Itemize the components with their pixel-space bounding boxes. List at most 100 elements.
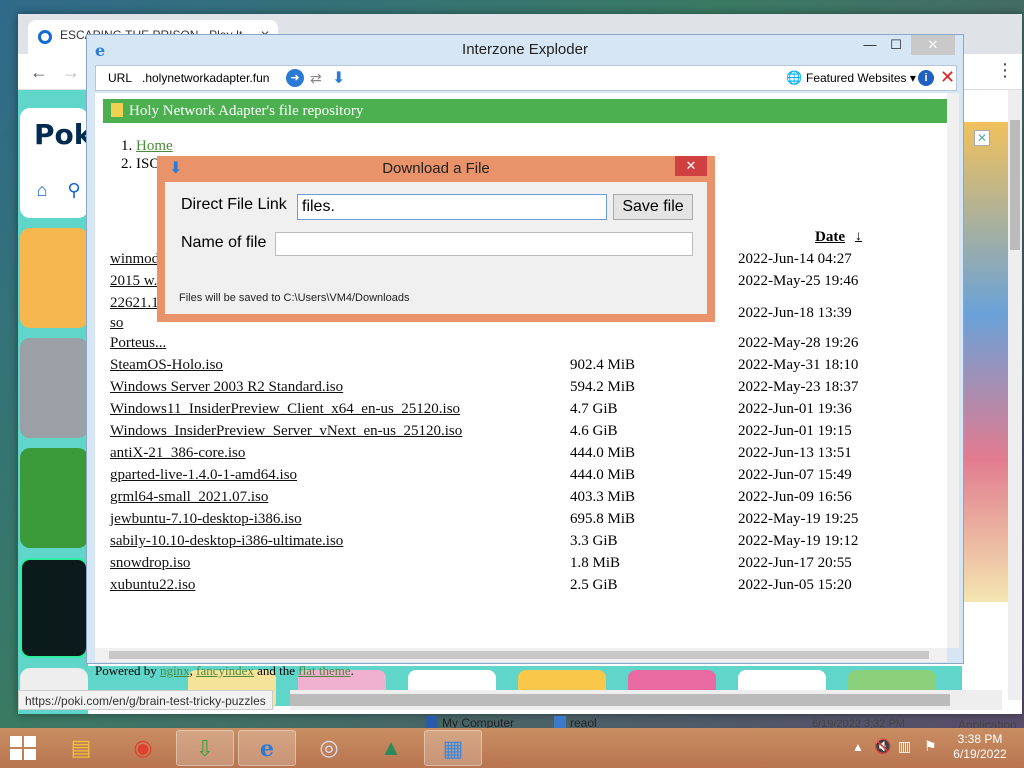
file-size: 3.3 GiB bbox=[570, 533, 618, 549]
file-link[interactable]: snowdrop.iso bbox=[110, 555, 190, 572]
close-icon[interactable]: ✕ bbox=[911, 35, 955, 55]
maximize-icon[interactable]: ☐ bbox=[885, 35, 907, 55]
game-thumbnail[interactable] bbox=[20, 558, 88, 658]
action-center-flag-icon[interactable]: ⚑ bbox=[924, 738, 937, 755]
file-date: 2022-Jun-01 19:15 bbox=[738, 423, 852, 439]
stop-icon[interactable]: ✕ bbox=[940, 67, 955, 88]
file-link[interactable]: Windows11_InsiderPreview_Client_x64_en-u… bbox=[110, 401, 460, 418]
network-icon[interactable]: ▥ bbox=[898, 738, 911, 755]
file-size: 695.8 MiB bbox=[570, 511, 636, 527]
ie-title-bar[interactable]: e Interzone Exploder — ☐ ✕ bbox=[87, 35, 963, 63]
ie-horizontal-scrollbar[interactable] bbox=[95, 648, 947, 662]
volume-muted-icon[interactable]: 🔇 bbox=[874, 738, 891, 755]
nginx-link[interactable]: nginx bbox=[160, 663, 190, 678]
dialog-title: Download a File bbox=[382, 160, 490, 177]
file-link[interactable]: grml64-small_2021.07.iso bbox=[110, 489, 268, 506]
repo-title: Holy Network Adapter's file repository bbox=[129, 103, 364, 119]
refresh-icon[interactable]: ⇄ bbox=[310, 70, 322, 87]
direct-file-link-input[interactable]: files. bbox=[297, 194, 607, 220]
file-link[interactable]: SteamOS-Holo.iso bbox=[110, 357, 223, 374]
sort-arrow-icon[interactable]: ↓ bbox=[855, 229, 862, 245]
go-arrow-icon[interactable]: ➜ bbox=[286, 69, 304, 87]
clock-date: 6/19/2022 bbox=[953, 747, 1007, 761]
name-of-file-input[interactable] bbox=[275, 232, 693, 256]
app-taskbar-icon[interactable]: ▲ bbox=[362, 730, 420, 766]
file-link[interactable]: Windows_InsiderPreview_Server_vNext_en-u… bbox=[110, 423, 462, 440]
download-manager-taskbar-icon[interactable]: ⇩ bbox=[176, 730, 234, 766]
url-field[interactable]: .holynetworkadapter.fun bbox=[142, 71, 269, 85]
file-size: 4.7 GiB bbox=[570, 401, 618, 417]
search-icon[interactable]: ⚲ bbox=[60, 176, 88, 204]
chrome-vertical-scroll-thumb[interactable] bbox=[1010, 120, 1020, 250]
file-link[interactable]: jewbuntu-7.10-desktop-i386.iso bbox=[110, 511, 302, 528]
ie-vertical-scrollbar[interactable] bbox=[947, 93, 959, 648]
file-icon bbox=[554, 716, 566, 728]
info-icon[interactable]: i bbox=[918, 70, 934, 86]
featured-websites-dropdown[interactable]: Featured Websites ▾ bbox=[806, 71, 916, 85]
game-thumbnail[interactable] bbox=[20, 448, 88, 548]
file-size: 1.8 MiB bbox=[570, 555, 621, 571]
file-row: Windows11_InsiderPreview_Client_x64_en-u… bbox=[110, 401, 940, 423]
date-column-header[interactable]: Date bbox=[815, 229, 845, 246]
file-link[interactable]: antiX-21_386-core.iso bbox=[110, 445, 245, 462]
file-link[interactable]: Windows Server 2003 R2 Standard.iso bbox=[110, 379, 343, 396]
back-arrow-icon[interactable]: ← bbox=[30, 62, 48, 83]
dialog-close-icon[interactable]: ✕ bbox=[675, 156, 707, 176]
breadcrumb-item: Home bbox=[121, 137, 173, 155]
ie-window-title: Interzone Exploder bbox=[462, 41, 588, 58]
file-row: jewbuntu-7.10-desktop-i386.iso 695.8 MiB 2… bbox=[110, 511, 940, 533]
file-date: 2022-May-19 19:25 bbox=[738, 511, 859, 527]
chrome-horizontal-scrollbar[interactable] bbox=[290, 690, 1002, 710]
windows-logo-icon bbox=[10, 749, 22, 760]
chrome-horizontal-scroll-thumb[interactable] bbox=[290, 694, 950, 706]
poki-logo-box: Poki ⌂ ⚲ bbox=[20, 108, 102, 218]
flat-theme-link[interactable]: flat theme bbox=[298, 663, 350, 678]
file-size: 902.4 MiB bbox=[570, 357, 636, 373]
file-link-wrap[interactable]: so bbox=[110, 315, 123, 332]
home-icon[interactable]: ⌂ bbox=[28, 176, 56, 204]
tray-expand-icon[interactable]: ▲ bbox=[852, 740, 864, 754]
taskbar: ▤ ◉ ⇩ e ◎ ▲ ▦ ▲ 🔇 ▥ ⚑ 3:38 PM 6/19/2022 bbox=[0, 728, 1024, 768]
disc-taskbar-icon[interactable]: ◎ bbox=[300, 730, 358, 766]
file-date: 2022-Jun-18 13:39 bbox=[738, 305, 852, 321]
repo-header: Holy Network Adapter's file repository bbox=[103, 99, 947, 123]
computer-icon bbox=[426, 716, 438, 728]
clock[interactable]: 3:38 PM 6/19/2022 bbox=[950, 732, 1010, 762]
windows-logo-icon bbox=[24, 736, 36, 747]
powered-by-footer: Powered by nginx, fancyindex and the fla… bbox=[95, 663, 354, 679]
file-link[interactable]: sabily-10.10-desktop-i386-ultimate.iso bbox=[110, 533, 343, 550]
file-date: 2022-Jun-14 04:27 bbox=[738, 251, 852, 267]
interzone-exploder-window: e Interzone Exploder — ☐ ✕ URL .holynetw… bbox=[86, 34, 964, 678]
start-button[interactable] bbox=[10, 736, 38, 760]
chrome-vertical-scrollbar[interactable] bbox=[1008, 90, 1022, 700]
file-size: 2.5 GiB bbox=[570, 577, 618, 593]
file-explorer-taskbar-icon[interactable]: ▤ bbox=[52, 730, 110, 766]
windows-logo-icon bbox=[10, 736, 22, 747]
game-thumbnail[interactable] bbox=[20, 228, 88, 328]
ie-taskbar-icon[interactable]: e bbox=[238, 730, 296, 766]
file-size: 444.0 MiB bbox=[570, 445, 636, 461]
file-link[interactable]: 22621.1 bbox=[110, 295, 159, 312]
ad-close-icon[interactable]: ✕ bbox=[974, 130, 990, 146]
file-link[interactable]: xubuntu22.iso bbox=[110, 577, 195, 594]
file-row: snowdrop.iso 1.8 MiB 2022-Jun-17 20:55 bbox=[110, 555, 940, 577]
file-date: 2022-Jun-05 15:20 bbox=[738, 577, 852, 593]
file-link[interactable]: gparted-live-1.4.0-1-amd64.iso bbox=[110, 467, 297, 484]
ie-horizontal-scroll-thumb[interactable] bbox=[109, 651, 929, 659]
game-thumbnail[interactable] bbox=[20, 338, 88, 438]
breadcrumb-home-link[interactable]: Home bbox=[136, 138, 173, 154]
windows-taskbar-icon[interactable]: ▦ bbox=[424, 730, 482, 766]
forward-arrow-icon[interactable]: → bbox=[62, 62, 80, 83]
poki-sidebar: Poki ⌂ ⚲ bbox=[18, 90, 102, 714]
file-date: 2022-May-28 19:26 bbox=[738, 335, 859, 351]
fancyindex-link[interactable]: fancyindex bbox=[196, 663, 254, 678]
minimize-icon[interactable]: — bbox=[859, 35, 881, 55]
save-file-button[interactable]: Save file bbox=[613, 194, 693, 220]
file-link[interactable]: Porteus... bbox=[110, 335, 166, 352]
chrome-taskbar-icon[interactable]: ◉ bbox=[114, 730, 172, 766]
windows-logo-icon bbox=[24, 749, 36, 760]
file-size: 444.0 MiB bbox=[570, 467, 636, 483]
download-arrow-icon[interactable]: ⬇ bbox=[332, 68, 345, 88]
chrome-menu-icon[interactable]: ⋮ bbox=[996, 60, 1014, 81]
file-size: 403.3 MiB bbox=[570, 489, 636, 505]
